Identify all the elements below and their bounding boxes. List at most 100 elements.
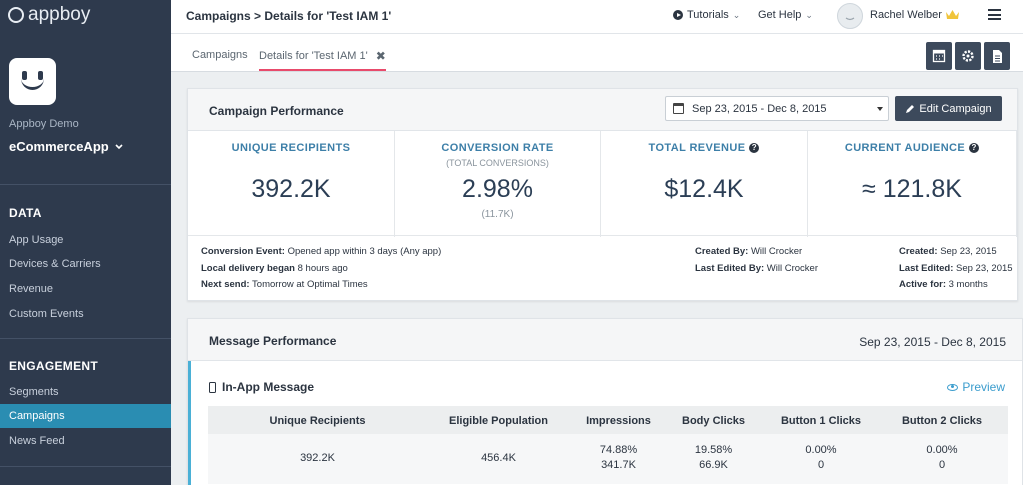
table-cell: 392.2K xyxy=(300,452,335,464)
brand-name: appboy xyxy=(28,4,91,25)
metric-total-revenue: TOTAL REVENUE ? $12.4K xyxy=(601,131,808,237)
meta-value: Tomorrow at Optimal Times xyxy=(252,279,368,290)
sidebar-divider xyxy=(0,184,171,185)
chevron-down-icon: ⌄ xyxy=(805,9,813,20)
metric-conversion-rate: CONVERSION RATE (TOTAL CONVERSIONS) 2.98… xyxy=(395,131,601,237)
meta-label: Created By: xyxy=(695,246,749,257)
metric-label-text: CONVERSION RATE xyxy=(441,142,554,154)
edit-campaign-label: Edit Campaign xyxy=(919,102,992,115)
column-header[interactable]: Body Clicks xyxy=(667,415,760,427)
metric-sublabel: (TOTAL CONVERSIONS) xyxy=(446,158,549,168)
message-performance-header: Message Performance Sep 23, 2015 - Dec 8… xyxy=(188,319,1022,361)
meta-label: Local delivery began xyxy=(201,263,295,274)
metric-label: CURRENT AUDIENCE ? xyxy=(808,142,1016,154)
help-menu[interactable]: Get Help ⌄ xyxy=(758,9,813,21)
cell-percent: 0.00% xyxy=(926,444,958,456)
top-bar: Campaigns > Details for 'Test IAM 1' Tut… xyxy=(171,0,1023,34)
channel-title: In-App Message xyxy=(209,380,314,394)
table-cell: 0.00% 0 xyxy=(882,443,1002,473)
metric-label: UNIQUE RECIPIENTS xyxy=(188,142,394,154)
sidebar-item-app-usage[interactable]: App Usage xyxy=(0,228,171,252)
table-header: Unique Recipients Eligible Population Im… xyxy=(208,406,1008,434)
report-button[interactable] xyxy=(984,42,1010,70)
table-row: 392.2K 456.4K 74.88% 341.7K 19.58% 66.9K 0… xyxy=(208,434,1008,484)
edit-campaign-button[interactable]: Edit Campaign xyxy=(895,96,1002,121)
last-edited-date: Last Edited: Sep 23, 2015 xyxy=(899,263,1013,274)
date-range-value: Sep 23, 2015 - Dec 8, 2015 xyxy=(692,102,827,115)
metrics-divider xyxy=(188,235,1017,236)
smiley-icon xyxy=(845,17,855,21)
tutorials-menu[interactable]: Tutorials ⌄ xyxy=(673,9,740,21)
eye-icon xyxy=(947,383,959,391)
meta-label: Active for: xyxy=(899,279,946,290)
table-cell: 456.4K xyxy=(481,452,516,464)
column-header[interactable]: Eligible Population xyxy=(427,415,570,427)
calendar-button[interactable] xyxy=(926,42,952,70)
last-edited-by: Last Edited By: Will Crocker xyxy=(695,263,818,274)
column-header[interactable]: Button 1 Clicks xyxy=(760,415,882,427)
settings-button[interactable] xyxy=(955,42,981,70)
date-range-select[interactable]: Sep 23, 2015 - Dec 8, 2015 xyxy=(665,96,889,121)
document-icon xyxy=(993,50,1002,63)
campaign-performance-header: Campaign Performance Sep 23, 2015 - Dec … xyxy=(188,89,1017,131)
appboy-logo-icon xyxy=(8,7,24,23)
sidebar-item-news-feed[interactable]: News Feed xyxy=(0,429,171,453)
pencil-icon xyxy=(906,104,915,113)
help-icon[interactable]: ? xyxy=(969,143,980,153)
column-header[interactable]: Unique Recipients xyxy=(208,415,427,427)
menu-icon[interactable] xyxy=(988,9,1001,20)
meta-label: Created: xyxy=(899,246,938,257)
column-header[interactable]: Impressions xyxy=(570,415,667,427)
metric-label-text: UNIQUE RECIPIENTS xyxy=(231,142,351,154)
help-icon[interactable]: ? xyxy=(749,143,760,153)
brand-logo[interactable]: appboy xyxy=(0,0,171,30)
table-cell: 19.58% 66.9K xyxy=(667,443,760,473)
breadcrumb[interactable]: Campaigns > Details for 'Test IAM 1' xyxy=(186,9,391,23)
tab-campaigns[interactable]: Campaigns xyxy=(192,49,248,61)
message-performance-card: Message Performance Sep 23, 2015 - Dec 8… xyxy=(187,318,1023,485)
tab-details-label: Details for 'Test IAM 1' xyxy=(259,50,368,62)
app-name: eCommerceApp xyxy=(9,139,109,154)
sidebar: appboy Appboy Demo eCommerceApp DATA App… xyxy=(0,0,171,485)
meta-value: Sep 23, 2015 xyxy=(956,263,1013,274)
message-performance-date: Sep 23, 2015 - Dec 8, 2015 xyxy=(859,335,1006,349)
metric-value: $12.4K xyxy=(664,175,744,203)
meta-value: Will Crocker xyxy=(750,246,803,257)
sidebar-item-revenue[interactable]: Revenue xyxy=(0,277,171,301)
chevron-down-icon xyxy=(115,143,123,149)
chevron-down-icon: ⌄ xyxy=(732,9,741,20)
meta-value: Opened app within 3 days (Any app) xyxy=(287,246,442,257)
cell-percent: 0.00% xyxy=(805,444,837,456)
company-name: Appboy Demo xyxy=(9,118,79,130)
sidebar-item-campaigns[interactable]: Campaigns xyxy=(0,404,171,428)
meta-value: 3 months xyxy=(948,279,988,290)
metric-footnote: (11.7K) xyxy=(481,209,514,220)
close-icon[interactable]: ✖ xyxy=(376,49,386,63)
meta-label: Last Edited: xyxy=(899,263,954,274)
avatar[interactable] xyxy=(837,3,863,29)
sidebar-item-custom-events[interactable]: Custom Events xyxy=(0,302,171,326)
column-header[interactable]: Button 2 Clicks xyxy=(882,415,1002,427)
tutorials-label: Tutorials xyxy=(687,9,729,21)
created-by: Created By: Will Crocker xyxy=(695,246,802,257)
sidebar-divider xyxy=(0,338,171,339)
tab-details[interactable]: Details for 'Test IAM 1' ✖ xyxy=(259,49,386,71)
metric-label: CONVERSION RATE xyxy=(395,142,600,154)
sidebar-section-data: DATA xyxy=(9,206,42,220)
message-performance-title: Message Performance xyxy=(209,334,337,348)
sidebar-item-segments[interactable]: Segments xyxy=(0,380,171,404)
user-name[interactable]: Rachel Welber xyxy=(870,9,942,21)
table-cell: 0.00% 0 xyxy=(760,443,882,473)
meta-label: Conversion Event: xyxy=(201,246,285,257)
calendar-icon xyxy=(932,49,946,63)
sidebar-item-devices-carriers[interactable]: Devices & Carriers xyxy=(0,252,171,276)
cell-count: 0 xyxy=(938,459,946,471)
mobile-icon xyxy=(209,381,216,393)
metric-unique-recipients: UNIQUE RECIPIENTS 392.2K xyxy=(188,131,395,237)
sidebar-section-engagement: ENGAGEMENT xyxy=(9,359,99,373)
gear-icon xyxy=(962,50,974,62)
preview-link[interactable]: Preview xyxy=(947,380,1005,394)
app-selector[interactable]: eCommerceApp xyxy=(9,139,123,154)
cell-count: 66.9K xyxy=(699,459,728,471)
calendar-icon xyxy=(673,103,684,114)
